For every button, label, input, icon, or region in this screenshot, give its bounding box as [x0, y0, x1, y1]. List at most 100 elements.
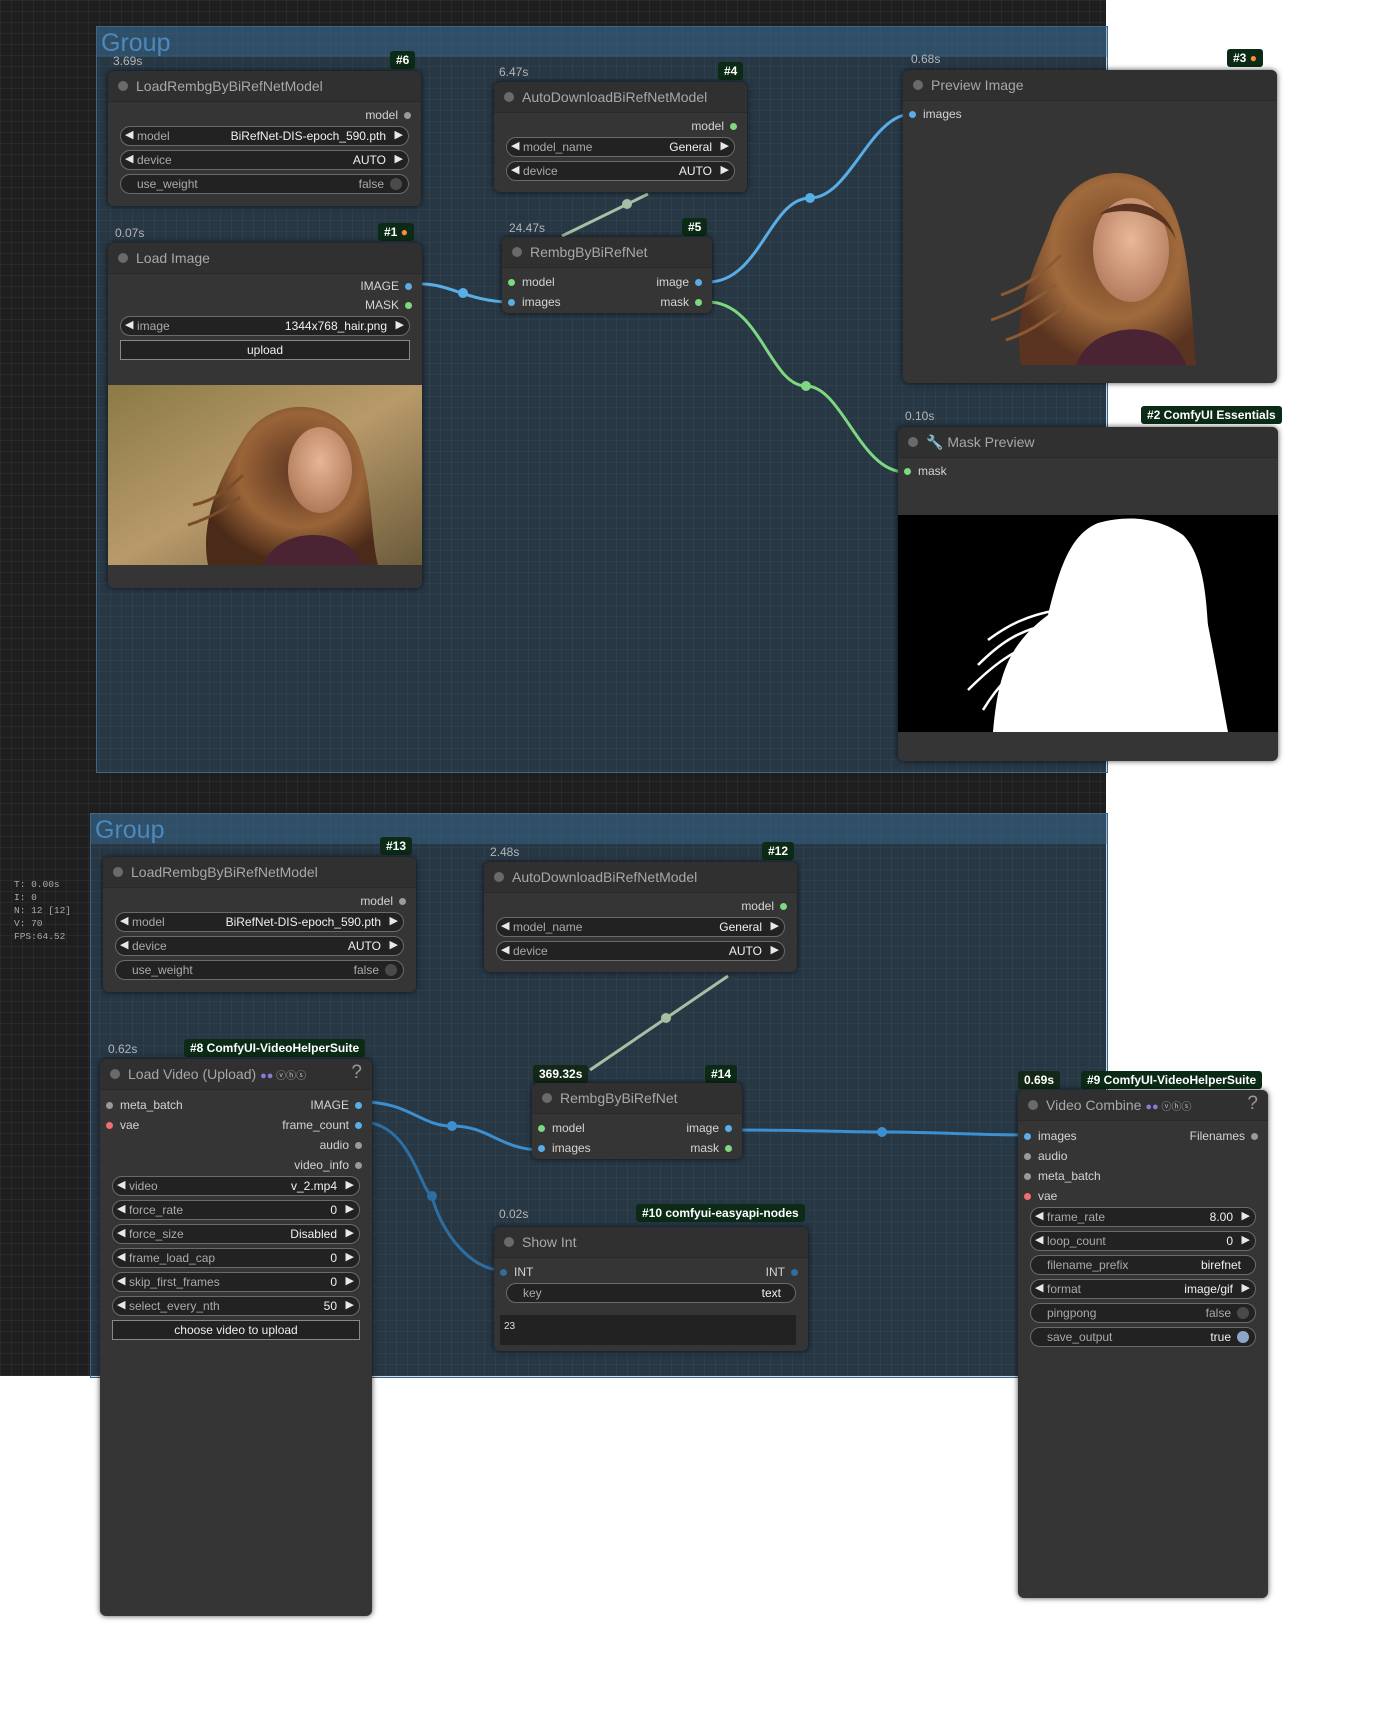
- collapse-dot[interactable]: [913, 80, 923, 90]
- toggle-knob[interactable]: [1237, 1307, 1249, 1319]
- collapse-dot[interactable]: [542, 1093, 552, 1103]
- help-icon[interactable]: ?: [1247, 1093, 1258, 1115]
- output-mask[interactable]: mask: [690, 1141, 732, 1155]
- node-title-bar[interactable]: AutoDownloadBiRefNetModel: [484, 862, 797, 893]
- socket-icon[interactable]: [106, 1122, 113, 1130]
- arrow-left-icon[interactable]: ◀: [117, 1274, 125, 1287]
- socket-icon[interactable]: [1024, 1193, 1031, 1201]
- output-mask[interactable]: mask: [660, 295, 702, 309]
- combo-device[interactable]: ◀ device AUTO ▶: [120, 150, 409, 170]
- node-title-bar[interactable]: Preview Image: [903, 70, 1277, 101]
- input-images[interactable]: images: [1024, 1129, 1077, 1143]
- socket-icon[interactable]: [355, 1162, 362, 1170]
- arrow-left-icon[interactable]: ◀: [1035, 1233, 1043, 1246]
- toggle-use-weight[interactable]: use_weight false: [120, 174, 409, 194]
- node-title-bar[interactable]: LoadRembgByBiRefNetModel: [103, 857, 416, 888]
- arrow-right-icon[interactable]: ▶: [346, 1202, 354, 1215]
- output-filenames[interactable]: Filenames: [1190, 1129, 1258, 1143]
- input-vae[interactable]: vae: [1024, 1189, 1057, 1203]
- combo-video[interactable]: ◀ video v_2.mp4 ▶: [112, 1176, 360, 1196]
- socket-icon[interactable]: [791, 1269, 798, 1277]
- group-title[interactable]: Group: [97, 27, 1107, 57]
- input-model[interactable]: model: [538, 1121, 585, 1135]
- combo-model[interactable]: ◀ model BiRefNet-DIS-epoch_590.pth ▶: [120, 126, 409, 146]
- node-preview-image-3[interactable]: Preview Image images: [903, 70, 1277, 383]
- node-title-bar[interactable]: AutoDownloadBiRefNetModel: [494, 82, 747, 113]
- node-show-int-10[interactable]: Show Int INT INT key text 23: [494, 1227, 808, 1351]
- input-meta-batch[interactable]: meta_batch: [106, 1098, 183, 1112]
- collapse-dot[interactable]: [908, 437, 918, 447]
- socket-icon[interactable]: [106, 1102, 113, 1110]
- toggle-knob[interactable]: [385, 964, 397, 976]
- socket-icon[interactable]: [695, 279, 702, 287]
- node-load-image-1[interactable]: Load Image IMAGE MASK ◀ image 1344x768_hai…: [108, 243, 422, 588]
- node-load-video-8[interactable]: Load Video (Upload) ●● ⓥⓗⓢ? meta_batch v…: [100, 1059, 372, 1616]
- arrow-left-icon[interactable]: ◀: [117, 1250, 125, 1263]
- socket-icon[interactable]: [405, 283, 412, 291]
- arrow-right-icon[interactable]: ▶: [390, 938, 398, 951]
- socket-icon[interactable]: [1024, 1133, 1031, 1141]
- arrow-left-icon[interactable]: ◀: [501, 943, 509, 956]
- input-model[interactable]: model: [508, 275, 555, 289]
- socket-icon[interactable]: [355, 1102, 362, 1110]
- arrow-right-icon[interactable]: ▶: [390, 914, 398, 927]
- socket-icon[interactable]: [538, 1145, 545, 1153]
- combo-model-name[interactable]: ◀ model_name General ▶: [496, 917, 785, 937]
- combo-image[interactable]: ◀ image 1344x768_hair.png ▶: [120, 316, 410, 336]
- arrow-left-icon[interactable]: ◀: [125, 128, 133, 141]
- output-model[interactable]: model: [691, 119, 737, 133]
- combo-format[interactable]: ◀ format image/gif ▶: [1030, 1279, 1256, 1299]
- combo-model-name[interactable]: ◀ model_name General ▶: [506, 137, 735, 157]
- output-image[interactable]: image: [656, 275, 702, 289]
- collapse-dot[interactable]: [110, 1069, 120, 1079]
- socket-icon[interactable]: [730, 123, 737, 131]
- number-select-every-nth[interactable]: ◀ select_every_nth 50 ▶: [112, 1296, 360, 1316]
- arrow-right-icon[interactable]: ▶: [346, 1298, 354, 1311]
- number-loop-count[interactable]: ◀ loop_count 0 ▶: [1030, 1231, 1256, 1251]
- output-image[interactable]: IMAGE: [360, 279, 412, 293]
- arrow-left-icon[interactable]: ◀: [117, 1202, 125, 1215]
- collapse-dot[interactable]: [1028, 1100, 1038, 1110]
- combo-model[interactable]: ◀ model BiRefNet-DIS-epoch_590.pth ▶: [115, 912, 404, 932]
- input-meta-batch[interactable]: meta_batch: [1024, 1169, 1101, 1183]
- arrow-right-icon[interactable]: ▶: [1242, 1209, 1250, 1222]
- collapse-dot[interactable]: [113, 867, 123, 877]
- socket-icon[interactable]: [1251, 1133, 1258, 1141]
- socket-icon[interactable]: [508, 299, 515, 307]
- arrow-right-icon[interactable]: ▶: [395, 128, 403, 141]
- socket-icon[interactable]: [725, 1145, 732, 1153]
- socket-icon[interactable]: [508, 279, 515, 287]
- input-int[interactable]: INT: [500, 1265, 533, 1279]
- text-key[interactable]: key text: [506, 1283, 796, 1303]
- node-title-bar[interactable]: Show Int: [494, 1227, 808, 1258]
- output-model[interactable]: model: [365, 108, 411, 122]
- arrow-left-icon[interactable]: ◀: [125, 152, 133, 165]
- socket-icon[interactable]: [1024, 1153, 1031, 1161]
- number-skip-first-frames[interactable]: ◀ skip_first_frames 0 ▶: [112, 1272, 360, 1292]
- node-title-bar[interactable]: 🔧 Mask Preview: [898, 427, 1278, 458]
- socket-icon[interactable]: [695, 299, 702, 307]
- combo-device[interactable]: ◀ device AUTO ▶: [496, 941, 785, 961]
- help-icon[interactable]: ?: [351, 1062, 362, 1084]
- collapse-dot[interactable]: [118, 253, 128, 263]
- node-mask-preview-2[interactable]: 🔧 Mask Preview mask: [898, 427, 1278, 761]
- socket-icon[interactable]: [780, 903, 787, 911]
- socket-icon[interactable]: [405, 302, 412, 310]
- arrow-left-icon[interactable]: ◀: [117, 1226, 125, 1239]
- socket-icon[interactable]: [399, 898, 406, 906]
- input-images[interactable]: images: [909, 107, 962, 121]
- arrow-left-icon[interactable]: ◀: [117, 1178, 125, 1191]
- arrow-right-icon[interactable]: ▶: [1242, 1233, 1250, 1246]
- upload-button[interactable]: upload: [120, 340, 410, 360]
- number-frame-load-cap[interactable]: ◀ frame_load_cap 0 ▶: [112, 1248, 360, 1268]
- arrow-left-icon[interactable]: ◀: [120, 914, 128, 927]
- toggle-save-output[interactable]: save_output true: [1030, 1327, 1256, 1347]
- collapse-dot[interactable]: [512, 247, 522, 257]
- arrow-right-icon[interactable]: ▶: [346, 1178, 354, 1191]
- node-title-bar[interactable]: RembgByBiRefNet: [532, 1083, 742, 1114]
- output-image[interactable]: image: [686, 1121, 732, 1135]
- arrow-right-icon[interactable]: ▶: [346, 1250, 354, 1263]
- number-frame-rate[interactable]: ◀ frame_rate 8.00 ▶: [1030, 1207, 1256, 1227]
- toggle-use-weight[interactable]: use_weight false: [115, 960, 404, 980]
- output-image[interactable]: IMAGE: [310, 1098, 362, 1112]
